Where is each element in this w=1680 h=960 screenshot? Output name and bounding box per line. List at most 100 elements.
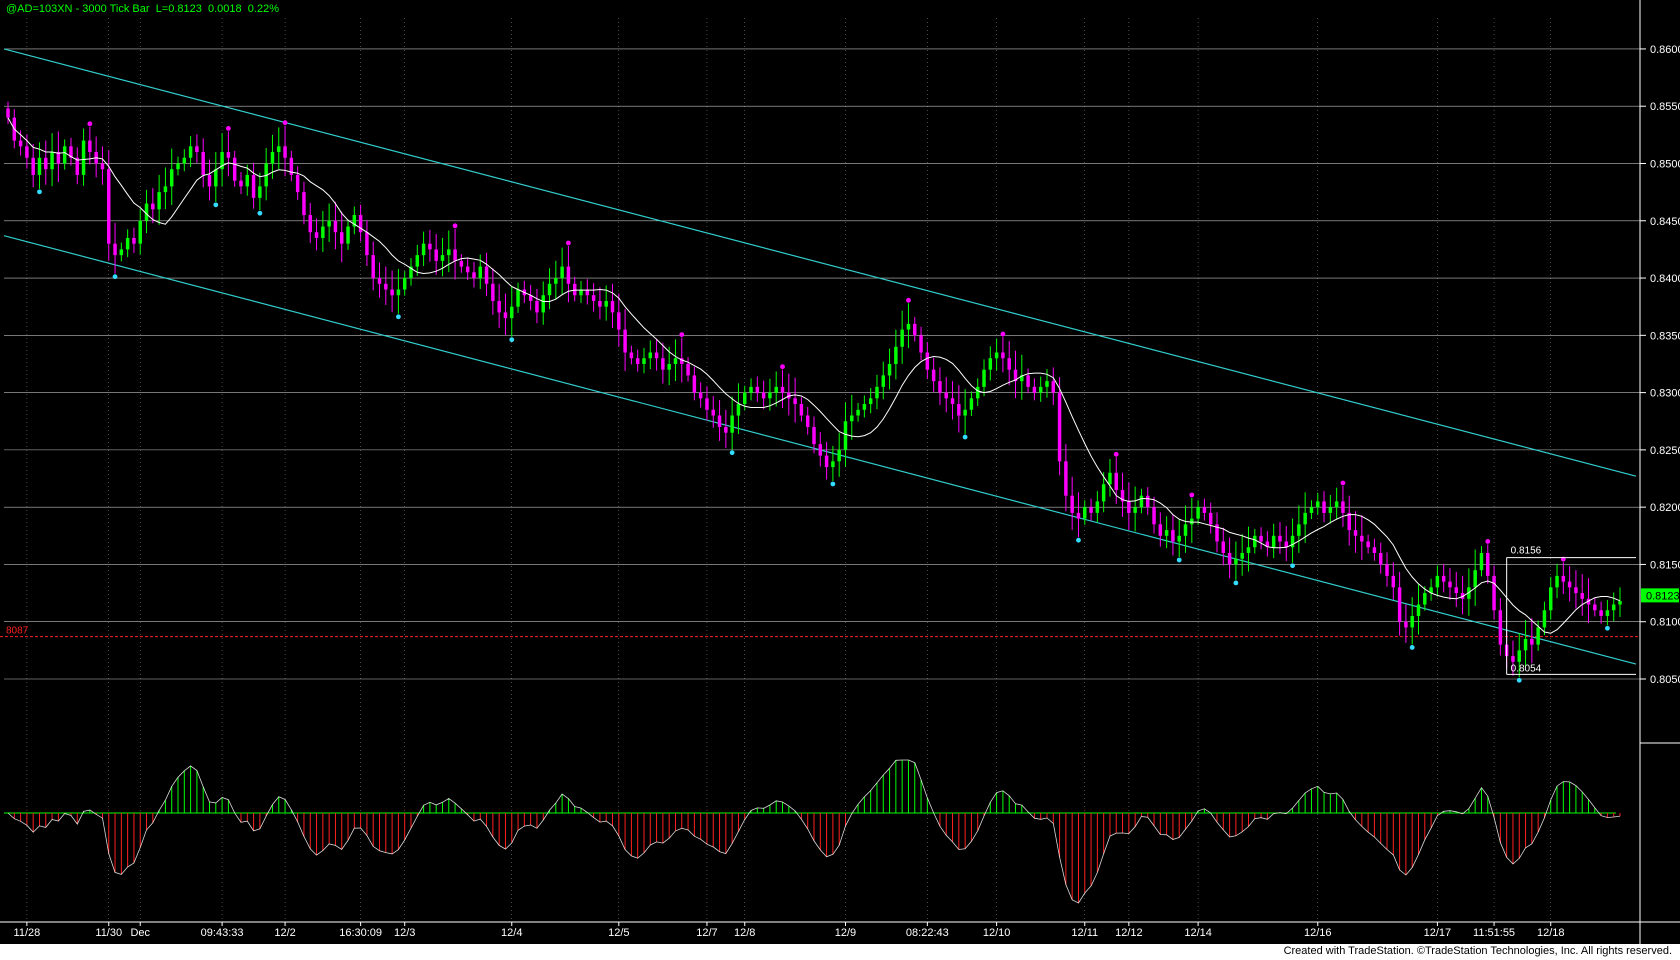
candle-body [988,358,993,370]
candle-body [812,426,816,445]
candle-body [654,352,659,359]
y-tick-label: 0.8050 [1650,674,1680,686]
swing-low-dot [213,202,219,208]
candle-body [755,386,760,393]
candle-body [761,392,766,399]
candle-body [1574,587,1578,594]
candle-body [994,352,999,359]
candle-body [396,289,401,296]
candle-body [31,157,35,175]
swing-high-dot [1485,538,1491,544]
candle-body [157,192,161,210]
candle-body [1593,604,1597,611]
candle-body [447,249,451,256]
candle-body [805,415,810,427]
candle-body [1127,501,1131,513]
candle-body [824,455,829,468]
candle-body [1271,535,1276,548]
swing-low-dot [830,481,836,487]
x-tick-label: 12/18 [1537,927,1565,939]
candle-body [648,352,653,359]
candle-body [113,243,117,256]
candle-body [535,300,539,313]
candle-body [743,392,747,405]
candle-body [749,386,753,393]
candle-body [673,358,678,364]
x-tick-label: 12/4 [501,927,522,939]
candle-body [1240,552,1244,559]
candle-body [107,169,111,244]
candle-body [1076,512,1081,519]
candle-body [119,249,124,256]
range-high-label: 0.8156 [1511,546,1542,557]
y-tick-label: 0.8100 [1650,617,1680,629]
candle-body [163,186,168,193]
candle-body [1259,535,1263,542]
candle-body [251,174,256,198]
swing-low-dot [729,450,735,456]
candle-body [1391,575,1396,588]
candle-body [925,352,930,370]
x-tick-label: 12/5 [608,927,629,939]
candle-body [465,266,470,273]
candle-body [1580,593,1584,599]
last-price-value: 0.8123 [1646,590,1680,602]
candle-body [1385,564,1389,576]
candle-body [1366,541,1370,548]
candle-body [541,295,545,313]
candle-body [881,375,885,387]
swing-low-dot [37,189,42,195]
x-tick-label: 12/14 [1184,927,1212,939]
candle-body [434,249,438,261]
candle-body [510,306,514,319]
candle-body [1001,352,1005,359]
candle-body [711,409,715,416]
candle-body [1051,381,1056,393]
candle-body [1139,495,1144,508]
candle-body [484,266,489,284]
candle-body [774,386,778,393]
candle-body [1341,501,1345,513]
candle-body [642,358,646,364]
swing-low-dot [509,337,515,343]
candle-body [239,180,243,187]
candle-body [81,140,86,175]
candle-body [503,312,508,319]
y-tick-label: 0.8400 [1650,273,1680,285]
candle-body [1152,507,1156,525]
candle-body [402,278,407,290]
candle-body [421,243,426,256]
x-tick-label: 12/8 [734,927,755,939]
candle-body [894,346,898,364]
candle-body [1177,535,1181,542]
y-tick-label: 0.8450 [1650,216,1680,228]
candle-body [768,392,772,399]
candle-body [1246,547,1251,553]
price-chart[interactable]: 0.8600 0.8550 0.8500 0.8450 0.8400 0.8350 0.83… [0,0,1680,960]
candle-body [950,398,955,405]
candle-body [478,266,482,279]
candle-body [1567,581,1572,588]
candle-body [50,152,54,170]
candle-body [1309,507,1314,513]
x-tick-label: 12/2 [274,927,295,939]
candle-body [944,392,948,399]
candle-body [831,461,835,468]
y-tick-label: 0.8200 [1650,502,1680,514]
separator: - [72,3,83,15]
candle-body [1026,375,1030,387]
candle-body [516,289,520,307]
candle-body [6,108,10,118]
candle-body [188,146,193,158]
candle-body [818,444,823,456]
x-tick-label: 11/30 [95,927,122,939]
candle-body [1303,512,1307,525]
candle-body [333,220,338,233]
candle-body [1032,386,1037,393]
x-tick-label: 12/11 [1071,927,1098,939]
candle-body [125,237,130,250]
candle-body [837,449,841,462]
candle-body [1114,472,1118,490]
candle-body [270,152,275,164]
x-tick-label: 12/7 [696,927,717,939]
